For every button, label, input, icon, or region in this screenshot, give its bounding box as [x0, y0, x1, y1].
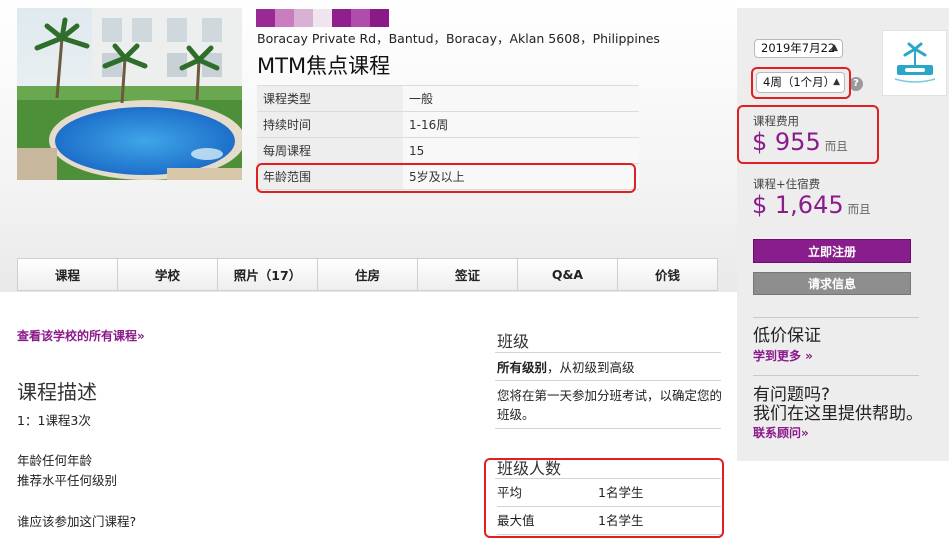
- combo-fee-label: 课程+住宿费: [753, 177, 821, 191]
- tab-qa[interactable]: Q&A: [518, 259, 618, 290]
- info-value: 1-16周: [403, 111, 639, 138]
- combo-fee-suffix: 而且: [847, 202, 871, 216]
- description-line: 年龄任何年龄: [17, 453, 93, 468]
- info-value: 一般: [403, 85, 639, 112]
- school-logo: [882, 30, 947, 96]
- register-button[interactable]: 立即注册: [753, 239, 911, 263]
- duration-highlight: [751, 67, 851, 99]
- course-fee-highlight: [737, 105, 879, 164]
- swatch: [332, 9, 351, 27]
- info-label: 持续时间: [257, 111, 403, 138]
- start-date-value: 2019年7月22: [761, 41, 836, 55]
- help-heading: 我们在这里提供帮助。: [753, 404, 923, 424]
- questions-heading: 有问题吗?: [753, 385, 831, 405]
- course-tabs: 课程 学校 照片（17） 住房 签证 Q&A 价钱: [17, 258, 718, 291]
- table-row: 持续时间 1-16周: [257, 111, 639, 138]
- class-divider: [495, 380, 721, 381]
- course-page: Boracay Private Rd，Bantud，Boracay，Aklan …: [0, 0, 949, 538]
- combo-fee-value: $ 1,645: [752, 191, 844, 219]
- info-label: 每周课程: [257, 137, 403, 164]
- select-arrows-icon: ▲: [831, 43, 838, 53]
- table-row: 每周课程 15: [257, 137, 639, 164]
- class-divider: [495, 428, 721, 429]
- swatch: [370, 9, 389, 27]
- description-heading: 课程描述: [17, 380, 97, 404]
- combo-fee-amount: $ 1,645 而且: [752, 191, 871, 219]
- course-title: MTM焦点课程: [257, 54, 391, 78]
- request-info-button[interactable]: 请求信息: [753, 272, 911, 295]
- tab-visa[interactable]: 签证: [418, 259, 518, 290]
- class-heading: 班级: [497, 332, 530, 351]
- tab-courses[interactable]: 课程: [18, 259, 118, 290]
- swatch: [275, 9, 294, 27]
- placement-text: 您将在第一天参加分班考试，以确定您的班级。: [497, 388, 723, 422]
- tab-photos[interactable]: 照片（17）: [218, 259, 318, 290]
- class-divider: [495, 352, 721, 353]
- start-date-select[interactable]: 2019年7月22 ▲: [754, 39, 843, 58]
- sidebar-divider: [753, 375, 919, 376]
- description-line: 1：1课程3次: [17, 413, 91, 428]
- info-label: 课程类型: [257, 85, 403, 112]
- price-guarantee-heading: 低价保证: [753, 326, 821, 346]
- swatch: [294, 9, 313, 27]
- learn-more-link[interactable]: 学到更多 »: [753, 347, 813, 364]
- class-levels: 所有级别，从初级到高级: [497, 358, 635, 377]
- description-line: 推荐水平任何级别: [17, 473, 118, 488]
- info-value: 15: [403, 137, 639, 164]
- swatch: [313, 9, 332, 27]
- tab-housing[interactable]: 住房: [318, 259, 418, 290]
- school-address: Boracay Private Rd，Bantud，Boracay，Aklan …: [257, 31, 660, 46]
- swatch: [256, 9, 275, 27]
- age-range-highlight: [256, 163, 636, 193]
- table-row: 课程类型 一般: [257, 85, 639, 112]
- sidebar-divider: [753, 317, 919, 318]
- all-courses-link[interactable]: 查看该学校的所有课程»: [17, 327, 145, 344]
- school-photo[interactable]: [17, 8, 242, 180]
- tab-prices[interactable]: 价钱: [618, 259, 717, 290]
- tab-school[interactable]: 学校: [118, 259, 218, 290]
- help-icon[interactable]: ?: [849, 77, 863, 91]
- color-swatch-bar: [256, 9, 389, 27]
- swatch: [351, 9, 370, 27]
- contact-advisor-link[interactable]: 联系顾问»: [753, 424, 809, 441]
- description-line: 谁应该参加这门课程?: [17, 514, 137, 529]
- class-levels-bold: 所有级别: [497, 360, 548, 375]
- class-size-highlight: [484, 458, 724, 538]
- class-levels-rest: ，从初级到高级: [547, 360, 635, 375]
